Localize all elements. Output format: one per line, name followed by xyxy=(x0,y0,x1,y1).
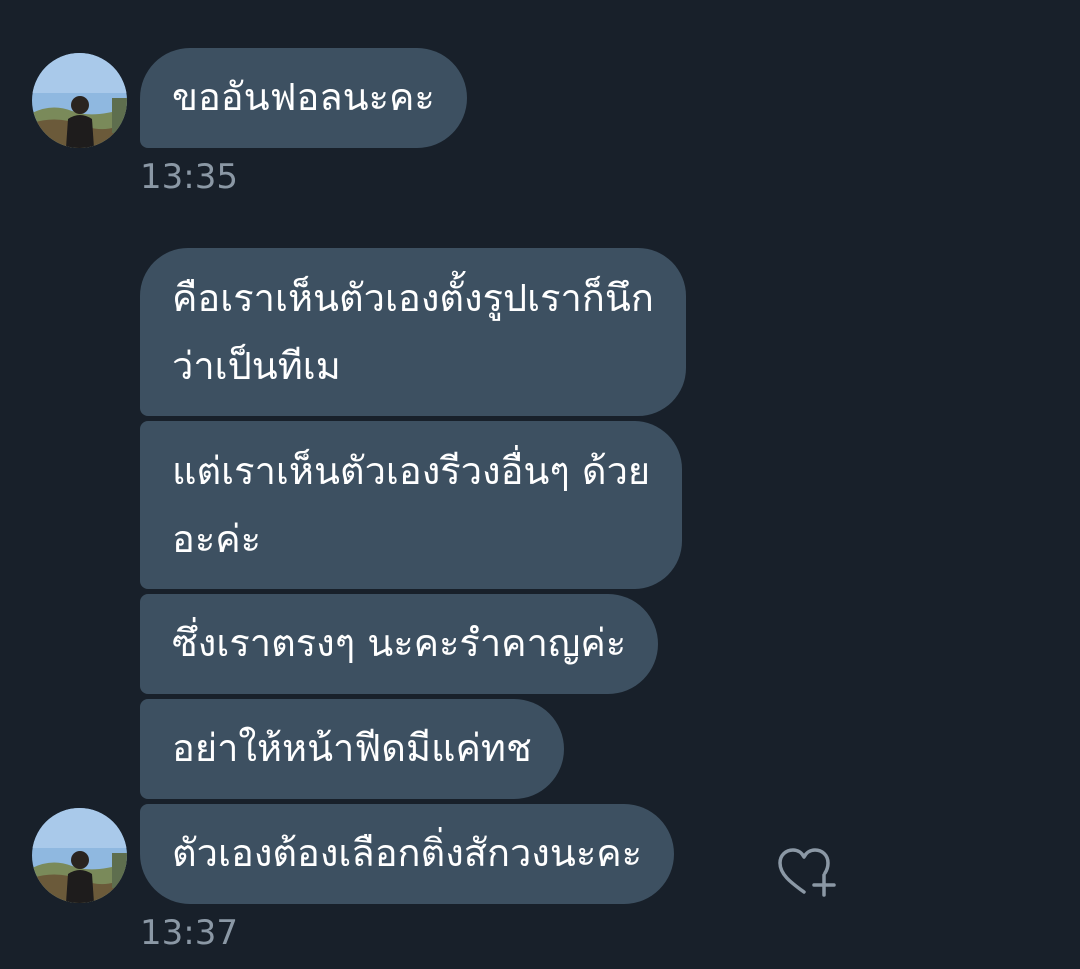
message-bubble[interactable]: แต่เราเห็นตัวเองรีวงอื่นๆ ด้วย อะค่ะ xyxy=(140,421,683,589)
message-bubble[interactable]: คือเราเห็นตัวเองตั้งรูปเราก็นึก ว่าเป็นท… xyxy=(140,248,686,416)
message-text: ตัวเองต้องเลือกติ่งสักวงนะคะ xyxy=(172,831,643,875)
message-text-line: คือเราเห็นตัวเองตั้งรูปเราก็นึก xyxy=(172,276,654,320)
message-text-line: ว่าเป็นทีเม xyxy=(172,344,341,388)
sender-avatar[interactable] xyxy=(32,53,127,148)
message-timestamp: 13:35 xyxy=(140,157,238,197)
message-text: ขออันฟอลนะคะ xyxy=(172,75,435,119)
heart-plus-icon[interactable] xyxy=(776,846,838,902)
avatar-photo xyxy=(32,53,127,148)
message-timestamp: 13:37 xyxy=(140,913,238,953)
message-text: ซึ่งเราตรงๆ นะคะรำคาญค่ะ xyxy=(172,621,627,665)
message-bubble[interactable]: ตัวเองต้องเลือกติ่งสักวงนะคะ xyxy=(140,804,675,904)
message-text-line: อะค่ะ xyxy=(172,517,262,561)
message-bubble[interactable]: ขออันฟอลนะคะ xyxy=(140,48,467,148)
message-text-line: แต่เราเห็นตัวเองรีวงอื่นๆ ด้วย xyxy=(172,449,651,493)
avatar-photo xyxy=(32,808,127,903)
message-bubble[interactable]: ซึ่งเราตรงๆ นะคะรำคาญค่ะ xyxy=(140,594,659,694)
message-bubble[interactable]: อย่าให้หน้าฟีดมีแค่ทช xyxy=(140,699,564,799)
message-text: อย่าให้หน้าฟีดมีแค่ทช xyxy=(172,726,532,770)
sender-avatar[interactable] xyxy=(32,808,127,903)
